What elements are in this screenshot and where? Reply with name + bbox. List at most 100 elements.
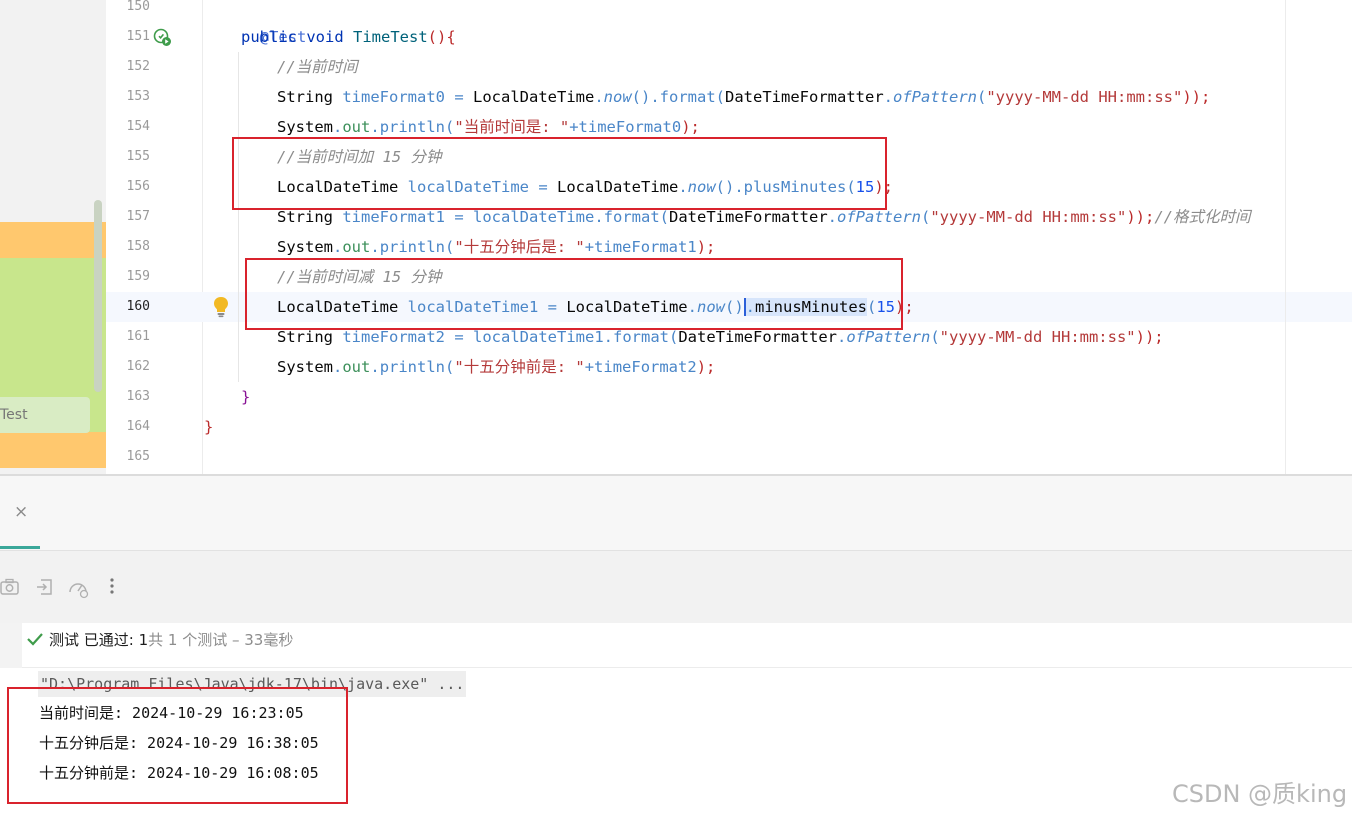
code-token: format (613, 328, 669, 346)
code-token: = (445, 88, 473, 106)
check-icon (26, 631, 44, 651)
editor-right-margin (1285, 0, 1286, 474)
code-token: . (836, 328, 847, 346)
code-token: ( (445, 358, 455, 376)
code-token: now (603, 88, 632, 106)
code-token: . (333, 118, 343, 136)
code-token: } (204, 418, 214, 436)
intention-bulb-icon[interactable] (212, 296, 230, 322)
run-test-icon[interactable] (153, 28, 173, 52)
code-line-162[interactable]: System.out.println("十五分钟前是: "+timeFormat… (277, 352, 715, 382)
line-number: 165 (126, 449, 150, 464)
code-token: (){ (427, 28, 456, 46)
code-token: ( (445, 118, 455, 136)
code-token: . (883, 88, 893, 106)
code-token: println (379, 238, 446, 256)
indent-guide (238, 52, 239, 382)
code-token: void (306, 28, 344, 46)
line-number: 157 (126, 209, 150, 224)
export-icon[interactable] (36, 578, 54, 600)
more-icon[interactable] (108, 576, 116, 600)
code-token: ); (681, 118, 700, 136)
highlight-box-plus (232, 137, 887, 210)
code-token: ( (715, 88, 726, 106)
line-number: 150 (126, 0, 150, 14)
code-token: println (379, 118, 446, 136)
speedometer-icon[interactable] (67, 577, 89, 603)
code-token: + (584, 358, 595, 376)
line-number: 156 (126, 179, 150, 194)
status-summary: 共 1 个测试 – 33毫秒 (148, 631, 294, 649)
code-token: out (342, 118, 371, 136)
code-token: public (241, 28, 297, 46)
code-string: "当前时间是: " (454, 118, 570, 136)
code-token: . (594, 208, 604, 226)
code-line-163[interactable]: } (241, 382, 250, 412)
test-status-text: 测试 已通过: 1共 1 个测试 – 33毫秒 (49, 629, 293, 650)
code-token: out (342, 358, 371, 376)
code-token: ofPattern (837, 208, 921, 226)
project-tree-node[interactable]: Test (0, 397, 90, 433)
code-token: timeFormat2 (342, 328, 445, 346)
code-token: timeFormat0 (578, 118, 682, 136)
status-prefix: 测试 已通过: (49, 631, 139, 649)
code-token: ( (445, 238, 455, 256)
code-token: ); (696, 238, 716, 256)
code-token: DateTimeFormatter (669, 208, 828, 226)
code-token: timeFormat2 (594, 358, 697, 376)
code-token: println (379, 358, 446, 376)
code-token: ( (930, 328, 940, 346)
code-token: System (277, 238, 333, 256)
code-line-153[interactable]: String timeFormat0 = LocalDateTime.now()… (277, 82, 1210, 112)
line-number: 158 (126, 239, 150, 254)
code-token: . (370, 118, 380, 136)
project-tool-window: Test (0, 0, 106, 474)
code-token: ofPattern (846, 328, 931, 346)
code-token: )); (1182, 88, 1211, 106)
line-number: 164 (126, 419, 150, 434)
camera-icon[interactable] (0, 578, 20, 600)
close-icon[interactable]: × (14, 502, 28, 522)
code-token: timeFormat1 (594, 238, 697, 256)
code-token: . (333, 238, 343, 256)
code-string: "yyyy-MM-dd HH:mm:ss" (930, 208, 1127, 226)
active-tab-indicator (0, 546, 40, 549)
code-token: DateTimeFormatter (678, 328, 837, 346)
code-token: timeFormat0 (342, 88, 445, 106)
project-scrollbar[interactable] (94, 200, 102, 392)
code-token: LocalDateTime (473, 88, 595, 106)
code-token: String (277, 88, 333, 106)
code-token: + (584, 238, 595, 256)
code-token: localDateTime1 (473, 328, 604, 346)
code-token: String (277, 208, 333, 226)
code-token: ( (921, 208, 931, 226)
code-token: ( (669, 328, 679, 346)
line-number: 151 (126, 29, 150, 44)
code-line-152[interactable]: //当前时间 (277, 52, 358, 82)
code-token: + (569, 118, 579, 136)
code-token: timeFormat1 (342, 208, 445, 226)
watermark: CSDN @质king (1172, 780, 1348, 808)
status-passed-count: 1 (138, 631, 149, 649)
code-token: format (603, 208, 660, 226)
code-token: System (277, 358, 333, 376)
code-token: . (603, 328, 613, 346)
code-token: )); (1126, 208, 1155, 226)
code-line-151[interactable]: public void TimeTest(){ (241, 22, 456, 52)
code-token: System (277, 118, 333, 136)
project-row-highlight (0, 432, 106, 468)
line-number-current: 160 (126, 299, 150, 314)
code-line-150[interactable]: @Test (241, 0, 307, 46)
line-number: 154 (126, 119, 150, 134)
code-token: . (594, 88, 604, 106)
code-token: . (370, 358, 380, 376)
code-token: String (277, 328, 333, 346)
code-string: "十五分钟前是: " (454, 358, 585, 376)
code-token: out (342, 238, 371, 256)
code-comment: //格式化时间 (1154, 208, 1251, 226)
highlight-box-output (7, 687, 348, 804)
code-token: . (333, 358, 343, 376)
code-line-164[interactable]: } (204, 412, 213, 442)
highlight-box-minus (245, 258, 903, 330)
line-number: 155 (126, 149, 150, 164)
